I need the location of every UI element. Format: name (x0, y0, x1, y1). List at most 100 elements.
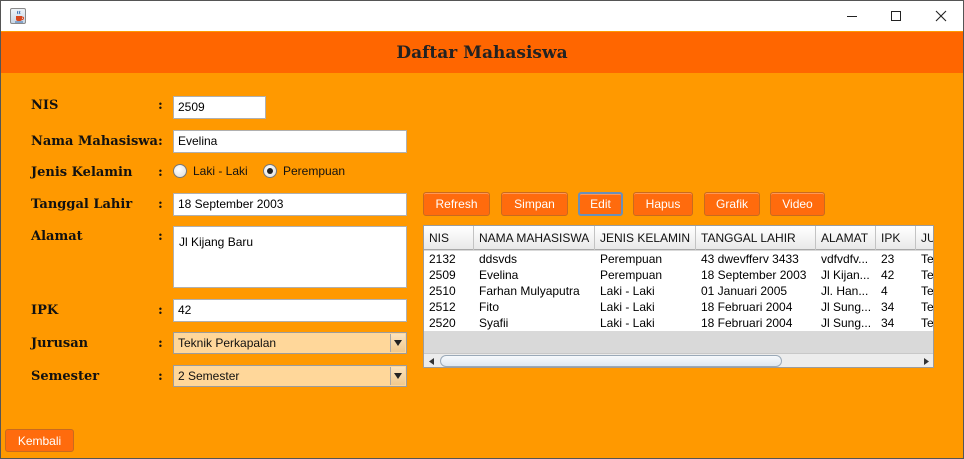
application-window: Daftar Mahasiswa NIS : 2509 Nama Mahasis… (0, 0, 964, 459)
alamat-textarea[interactable]: Jl Kijang Baru (173, 226, 407, 288)
tanggal-lahir-input[interactable]: 18 September 2003 (173, 193, 407, 216)
horizontal-scrollbar[interactable] (424, 353, 933, 367)
table-cell: 43 dwevfferv 3433 (701, 252, 799, 266)
page-title: Daftar Mahasiswa (396, 42, 568, 63)
table-cell: Perempuan (600, 268, 663, 282)
table-cell: Te (921, 284, 934, 298)
table-cell: Evelina (479, 268, 519, 282)
table-cell: 2510 (429, 284, 456, 298)
radio-perempuan[interactable]: Perempuan (263, 164, 345, 178)
edit-button[interactable]: Edit (578, 192, 623, 216)
column-header[interactable]: NIS (424, 226, 474, 250)
colon: : (158, 303, 163, 318)
title-bar[interactable] (1, 1, 963, 31)
table-cell: 18 September 2003 (701, 268, 807, 282)
table-cell: Te (921, 300, 934, 314)
table-cell: Te (921, 268, 934, 282)
alamat-label: Alamat (31, 229, 83, 244)
close-button[interactable] (918, 1, 964, 31)
hapus-button[interactable]: Hapus (633, 192, 693, 216)
table-cell: 01 Januari 2005 (701, 284, 788, 298)
table-cell: Perempuan (600, 252, 663, 266)
table-row[interactable]: 2510 Farhan Mulyaputra Laki - Laki 01 Janua… (424, 283, 934, 299)
maximize-button[interactable] (873, 1, 919, 31)
triangle-left-icon (428, 357, 434, 365)
table-row[interactable]: 2132 ddsvds Perempuan 43 dwevfferv 3433 vdfv… (424, 251, 934, 267)
mahasiswa-table[interactable]: NIS NAMA MAHASISWA JENIS KELAMIN TANGGAL LA… (423, 225, 934, 368)
table-cell: 34 (881, 300, 895, 314)
table-cell: Fito (479, 300, 500, 314)
table-cell: Laki - Laki (600, 284, 655, 298)
colon: : (158, 336, 163, 351)
nama-mahasiswa-input[interactable]: Evelina (173, 130, 407, 153)
colon: : (158, 369, 163, 384)
tanggal-lahir-label: Tanggal Lahir (31, 197, 133, 212)
table-cell: 18 Februari 2004 (701, 316, 793, 330)
table-cell: 4 (881, 284, 888, 298)
nama-mahasiswa-label: Nama Mahasiswa (31, 134, 158, 149)
table-cell: 34 (881, 316, 895, 330)
column-header[interactable]: ALAMAT (816, 226, 876, 250)
column-header[interactable]: JU (916, 226, 933, 250)
column-header[interactable]: IPK (876, 226, 916, 250)
jurusan-select[interactable]: Teknik Perkapalan (173, 332, 407, 354)
colon: : (158, 98, 163, 113)
video-button[interactable]: Video (770, 192, 825, 216)
colon: : (158, 197, 163, 212)
nis-input[interactable]: 2509 (173, 96, 266, 119)
table-row[interactable]: 2512 Fito Laki - Laki 18 Februari 2004 Jl Su… (424, 299, 934, 315)
table-row[interactable]: 2509 Evelina Perempuan 18 September 2003 Jl … (424, 267, 934, 283)
column-header[interactable]: JENIS KELAMIN (595, 226, 696, 250)
simpan-button[interactable]: Simpan (501, 192, 568, 216)
jenis-kelamin-label: Jenis Kelamin (31, 165, 133, 180)
table-cell: Syafii (479, 316, 509, 330)
scroll-left-button[interactable] (426, 356, 436, 366)
kembali-button[interactable]: Kembali (5, 429, 74, 452)
maximize-icon (891, 11, 901, 21)
column-header[interactable]: TANGGAL LAHIR (696, 226, 816, 250)
triangle-down-icon (394, 373, 402, 379)
table-cell: 42 (881, 268, 895, 282)
table-header: NIS NAMA MAHASISWA JENIS KELAMIN TANGGAL LA… (424, 226, 933, 250)
radio-laki-laki[interactable]: Laki - Laki (173, 164, 248, 178)
table-cell: Farhan Mulyaputra (479, 284, 580, 298)
grafik-button[interactable]: Grafik (704, 192, 760, 216)
table-row[interactable]: 2520 Syafii Laki - Laki 18 Februari 2004 Jl … (424, 315, 933, 331)
ipk-input[interactable]: 42 (173, 299, 407, 322)
ipk-label: IPK (31, 303, 59, 318)
semester-select[interactable]: 2 Semester (173, 365, 407, 387)
table-cell: ddsvds (479, 252, 518, 266)
dropdown-button[interactable] (390, 367, 405, 385)
jurusan-value: Teknik Perkapalan (178, 336, 277, 350)
table-cell: Jl Sung... (821, 300, 872, 314)
table-body: 2132 ddsvds Perempuan 43 dwevfferv 3433 vdfv… (424, 251, 934, 331)
radio-button-on[interactable] (263, 164, 277, 178)
semester-label: Semester (31, 369, 100, 384)
java-cup-icon (10, 8, 26, 24)
scroll-right-button[interactable] (921, 356, 931, 366)
column-header[interactable]: NAMA MAHASISWA (474, 226, 595, 250)
radio-perempuan-label: Perempuan (283, 164, 346, 178)
page-header: Daftar Mahasiswa (1, 32, 963, 73)
table-cell: 2132 (429, 252, 456, 266)
table-cell: 18 Februari 2004 (701, 300, 793, 314)
table-cell: Jl. Han... (821, 284, 869, 298)
table-cell: Te (921, 252, 934, 266)
table-cell: Jl Sung... (821, 316, 872, 330)
colon: : (158, 229, 163, 244)
table-cell: 2520 (429, 316, 456, 330)
dropdown-button[interactable] (390, 334, 405, 352)
minimize-icon (847, 16, 857, 17)
radio-button-off[interactable] (173, 164, 187, 178)
minimize-button[interactable] (829, 1, 875, 31)
triangle-right-icon (923, 357, 929, 365)
triangle-down-icon (394, 340, 402, 346)
table-cell: vdfvdfv... (821, 252, 869, 266)
close-icon (935, 10, 947, 22)
table-cell: 2512 (429, 300, 456, 314)
colon: : (158, 134, 163, 149)
refresh-button[interactable]: Refresh (423, 192, 490, 216)
table-cell: 23 (881, 252, 895, 266)
scrollbar-thumb[interactable] (440, 355, 782, 367)
table-cell: 2509 (429, 268, 456, 282)
